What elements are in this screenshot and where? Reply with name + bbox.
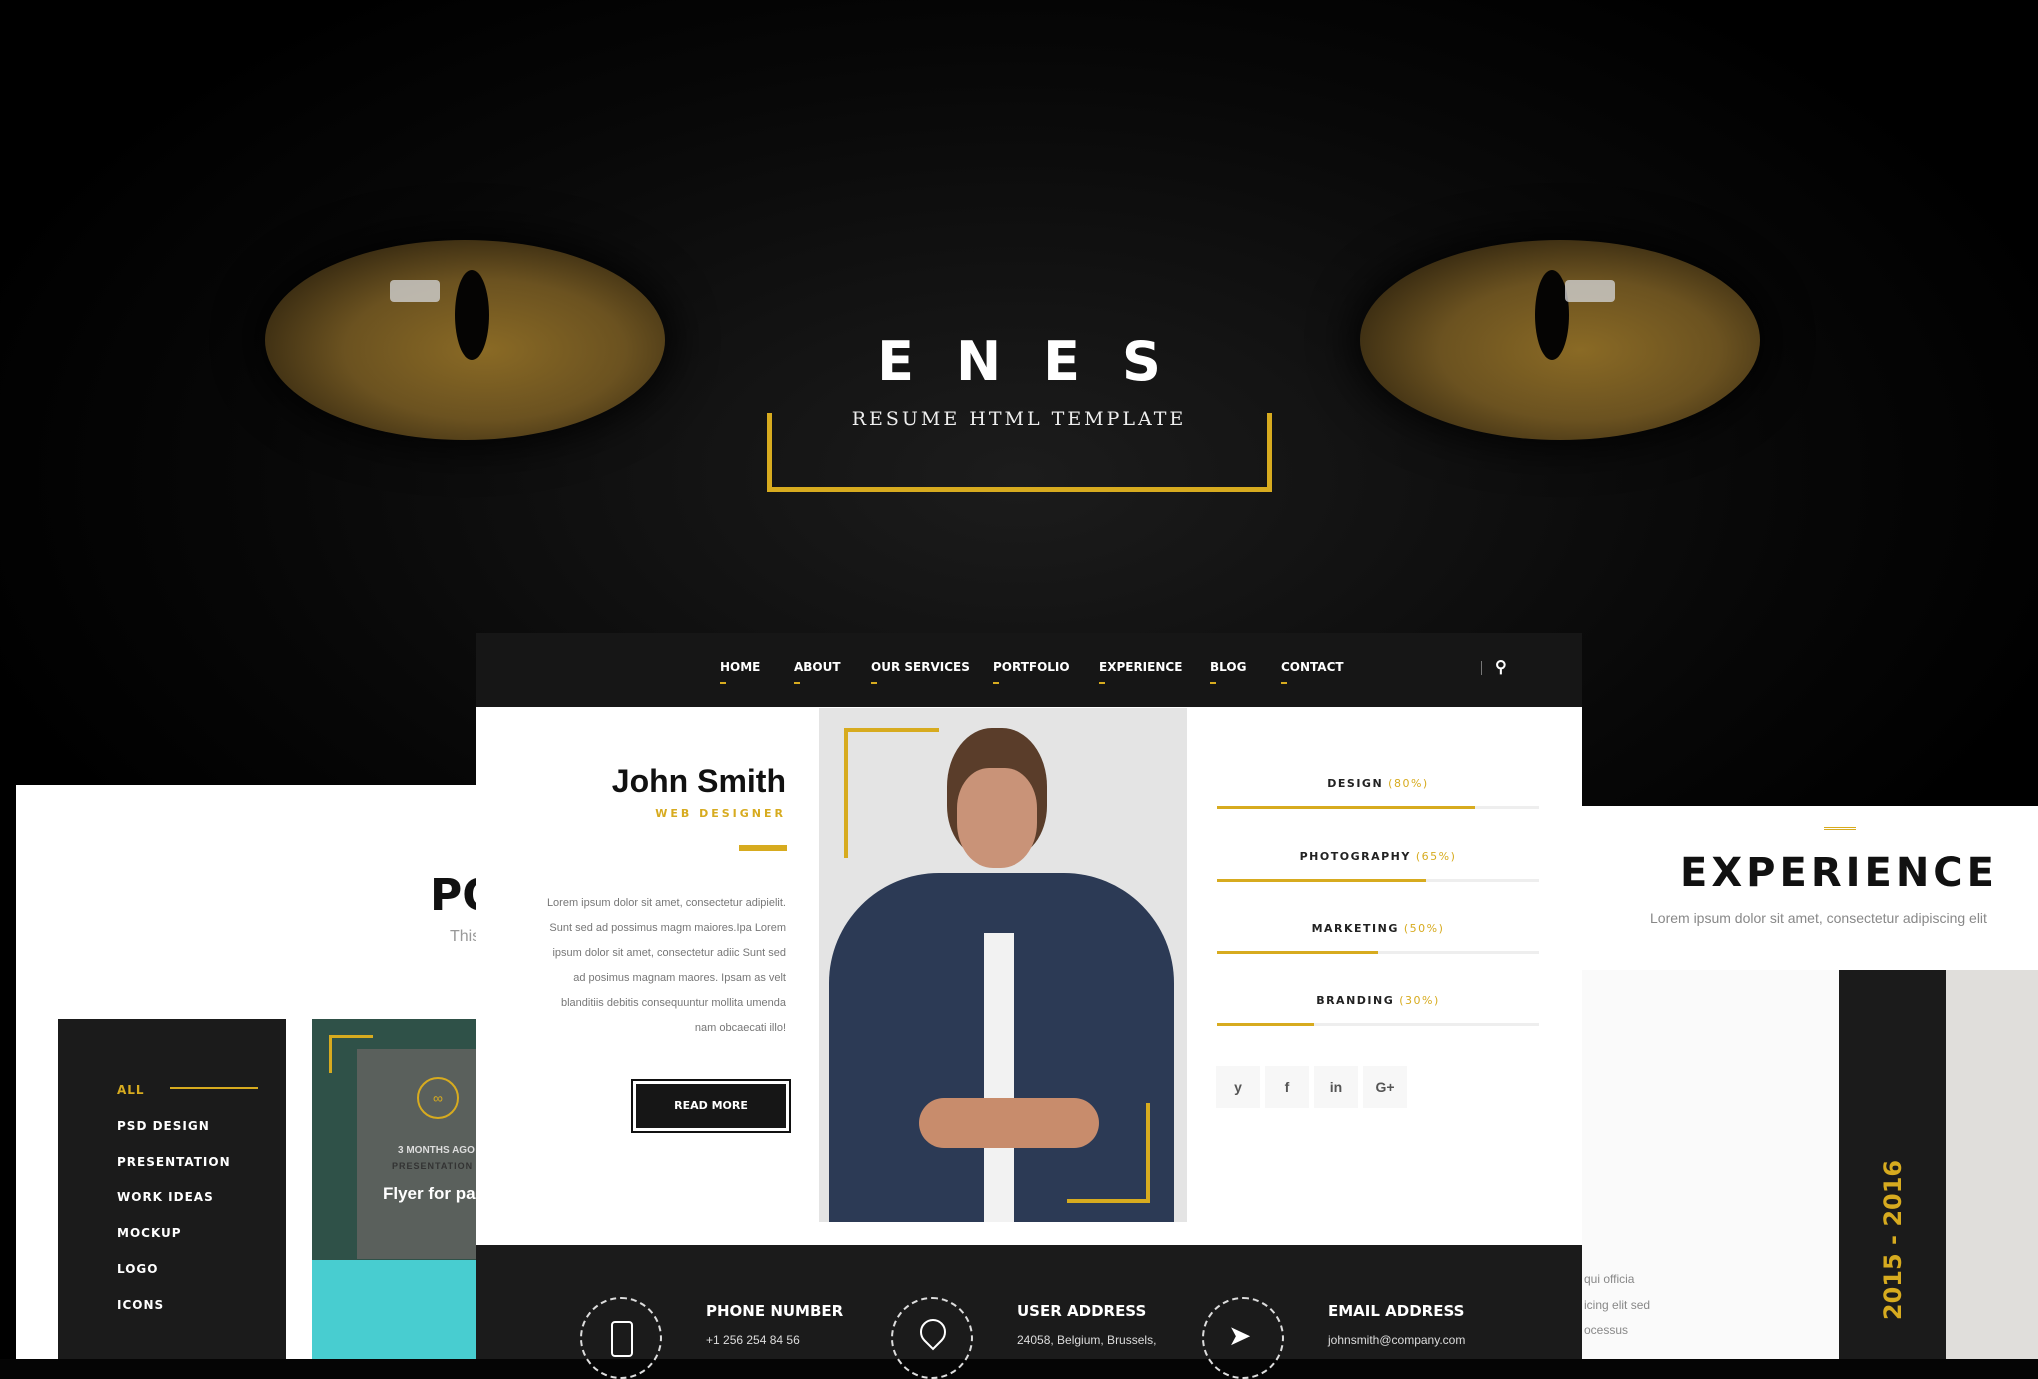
brand-title: ENES [877,330,1203,393]
card-category: PRESENTATION [392,1161,474,1171]
filter-mockup[interactable]: MOCKUP [117,1226,182,1240]
read-more-button[interactable]: READ MORE [631,1079,791,1133]
read-more-label: READ MORE [636,1084,786,1128]
nav-contact[interactable]: CONTACT [1281,660,1344,684]
search-icon[interactable]: ⚲ [1495,657,1507,677]
filter-all[interactable]: ALL [117,1083,145,1097]
location-pin-icon [891,1297,973,1379]
experience-text: qui officia [1584,1272,1635,1286]
contact-footer: PHONE NUMBER +1 256 254 84 56 USER ADDRE… [476,1245,1582,1379]
skill-photography: PHOTOGRAPHY (65%) [1217,850,1539,882]
nav-portfolio[interactable]: PORTFOLIO [993,660,1070,684]
nav-blog[interactable]: BLOG [1210,660,1246,684]
corner-decoration [844,728,939,858]
active-filter-line [170,1087,258,1089]
phone-value: +1 256 254 84 56 [706,1333,800,1347]
address-title: USER ADDRESS [1017,1302,1147,1320]
corner-decoration [329,1035,373,1073]
skill-marketing: MARKETING (50%) [1217,922,1539,954]
person-face [957,768,1037,868]
bracket-decoration [767,413,1272,492]
experience-image-column [1946,970,2038,1359]
experience-text: icing elit sed [1584,1298,1651,1312]
facebook-icon[interactable]: f [1265,1066,1309,1108]
filter-icons[interactable]: ICONS [117,1298,164,1312]
filter-presentation[interactable]: PRESENTATION [117,1155,231,1169]
twitter-icon[interactable]: y [1216,1066,1260,1108]
linkedin-icon[interactable]: in [1314,1066,1358,1108]
corner-decoration [1067,1103,1150,1203]
filter-logo[interactable]: LOGO [117,1262,158,1276]
profile-role: WEB DESIGNER [655,807,786,820]
experience-subtitle: Lorem ipsum dolor sit amet, consectetur … [1650,910,1987,926]
portfolio-filter: ALL PSD DESIGN PRESENTATION WORK IDEAS M… [58,1019,286,1359]
nav-home[interactable]: HOME [720,660,760,684]
card-time: 3 MONTHS AGO [398,1145,475,1156]
nav-about[interactable]: ABOUT [794,660,841,684]
title-ornament [1824,827,1856,830]
profile-bio: Lorem ipsum dolor sit amet, consectetur … [546,897,786,1034]
experience-years: 2015 - 2016 [1879,1159,1907,1321]
experience-text: ocessus [1584,1323,1629,1337]
card-title: Flyer for par [383,1184,476,1203]
nav-divider [1481,661,1482,675]
google-plus-icon[interactable]: G+ [1363,1066,1407,1108]
nav-our-services[interactable]: OUR SERVICES [871,660,970,684]
link-icon[interactable]: ∞ [417,1077,459,1119]
accent-bar [739,845,787,851]
email-value[interactable]: johnsmith@company.com [1328,1333,1465,1347]
portfolio-card-teal[interactable] [312,1260,476,1359]
experience-title: EXPERIENCE [1680,850,1998,896]
filter-work-ideas[interactable]: WORK IDEAS [117,1190,214,1204]
paper-plane-icon: ➤ [1202,1297,1284,1379]
phone-title: PHONE NUMBER [706,1302,844,1320]
profile-name: John Smith [611,763,786,799]
nav-experience[interactable]: EXPERIENCE [1099,660,1182,684]
skill-branding: BRANDING (30%) [1217,994,1539,1026]
skill-design: DESIGN (80%) [1217,777,1539,809]
main-nav: HOME ABOUT OUR SERVICES PORTFOLIO EXPERI… [476,633,1582,707]
phone-icon [580,1297,662,1379]
profile-photo [819,708,1187,1222]
address-value: 24058, Belgium, Brussels, [1017,1333,1157,1347]
filter-psd-design[interactable]: PSD DESIGN [117,1119,210,1133]
email-title: EMAIL ADDRESS [1328,1302,1465,1320]
person-tshirt [984,933,1014,1222]
